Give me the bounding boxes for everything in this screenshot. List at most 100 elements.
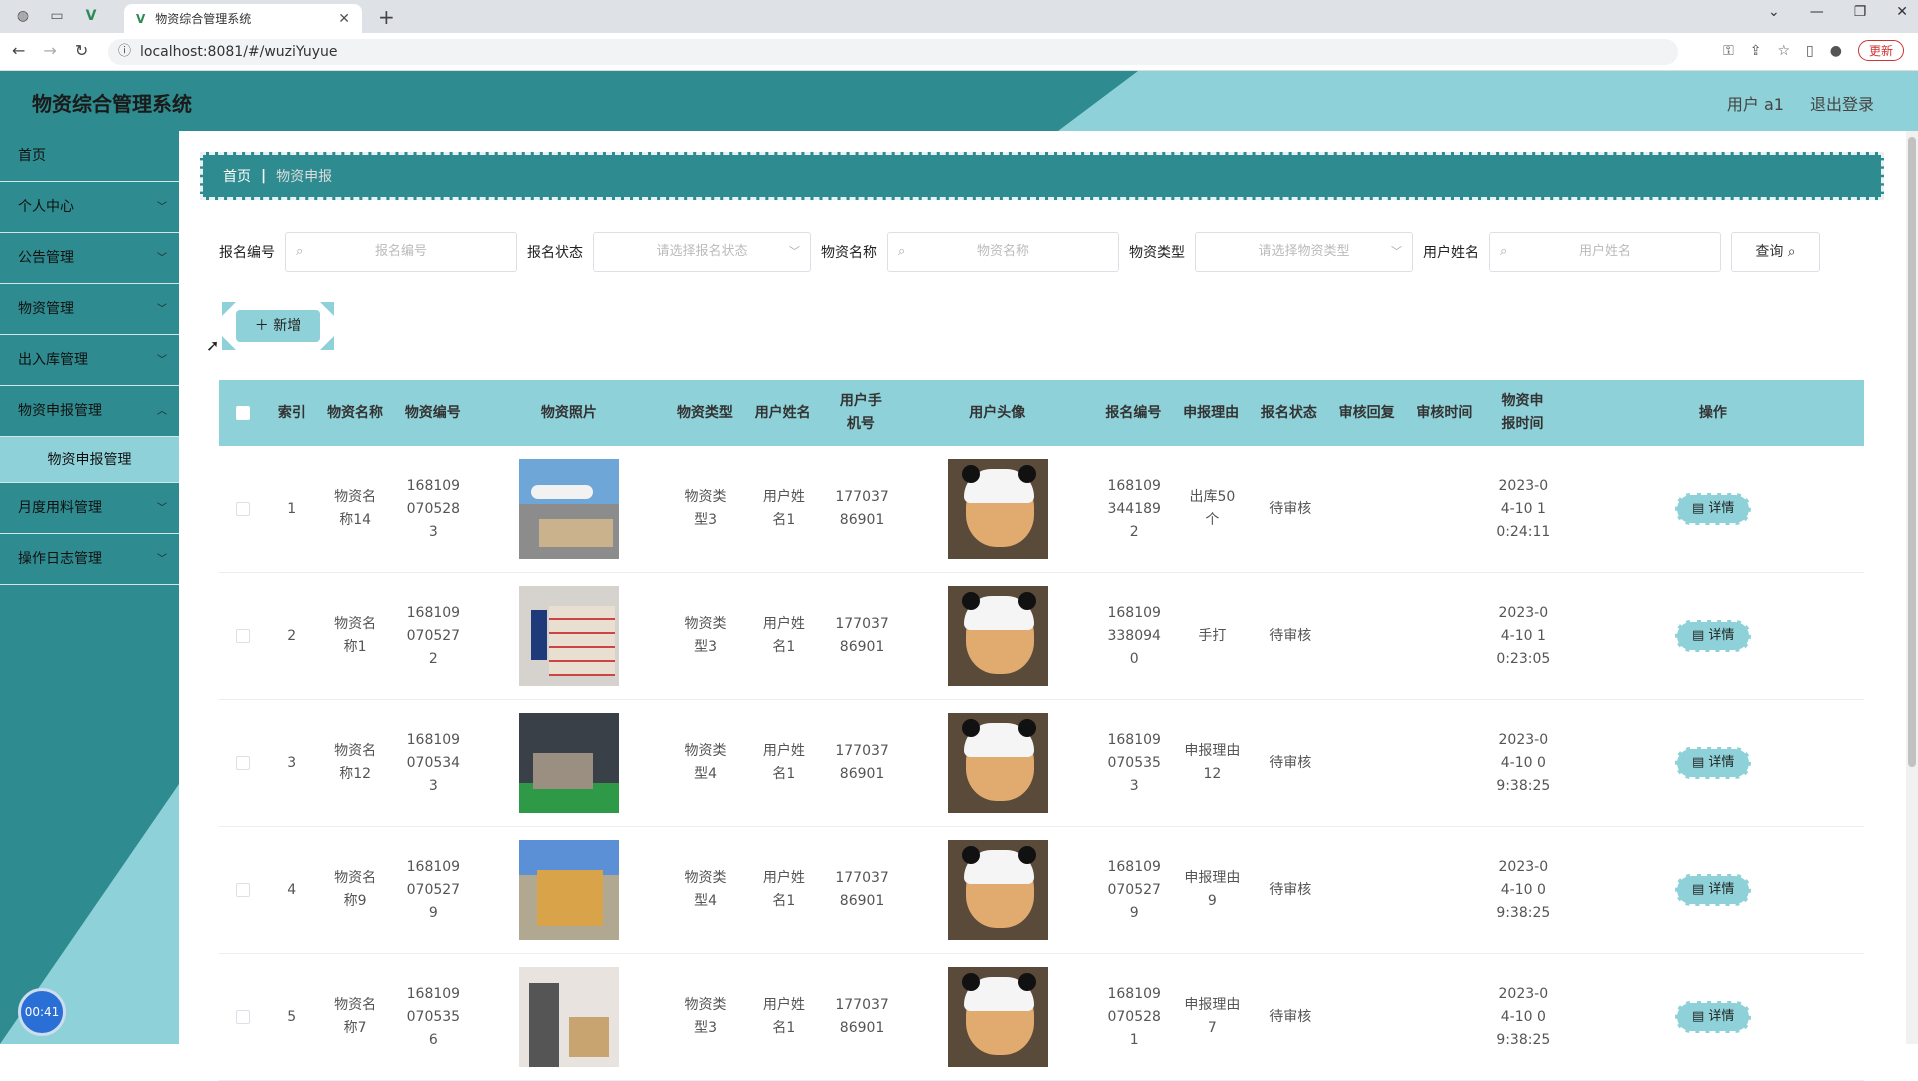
header-user-phone: 用户手机号 [839,393,882,432]
checkbox-box [236,1010,251,1024]
goods-photo-image[interactable] [519,967,620,1067]
cell-apply-no: 1681093441892 [1107,477,1161,540]
document-icon: ▤ [1691,755,1705,770]
new-tab-button[interactable]: + [378,5,395,29]
cell-goods-type: 物资类型3 [684,616,727,655]
sidepanel-icon[interactable]: ▯ [1806,43,1814,59]
profile-icon[interactable]: ● [1830,43,1842,59]
row-checkbox[interactable] [219,1010,267,1024]
sidebar-item-personal[interactable]: 个人中心 ﹀ [0,182,179,233]
cell-status: 待审核 [1269,500,1312,517]
sidebar-item-label: 首页 [18,148,46,164]
user-avatar-image[interactable] [948,967,1049,1067]
cell-reason: 申报理由7 [1184,997,1241,1036]
cell-apply-no: 1681090705281 [1107,985,1161,1048]
add-button[interactable]: ＋ 新增 [222,302,334,350]
photo-detail [1018,592,1037,610]
reload-icon[interactable]: ↻ [75,41,88,60]
goods-name-input[interactable]: ⌕ 物资名称 [887,232,1119,272]
placeholder: 用户姓名 [1578,244,1631,259]
star-icon[interactable]: ☆ [1777,43,1790,59]
chevron-down-icon[interactable]: ⌄ [1768,4,1780,20]
update-button[interactable]: 更新 [1857,40,1904,61]
cell-status: 待审核 [1269,1008,1312,1025]
document-icon: ▤ [1691,628,1705,643]
detail-button[interactable]: ▤ 详情 [1675,620,1752,652]
key-icon[interactable]: ⚿ [1723,43,1734,59]
sidebar-item-declare[interactable]: 物资申报管理 ︿ [0,386,179,437]
url-field[interactable]: ⓘ localhost:8081/#/wuziYuyue [108,39,1678,65]
query-button[interactable]: 查询 ⌕ [1731,232,1820,272]
cell-index: 5 [287,1008,297,1025]
mouse-cursor-icon: ➚ [206,336,220,355]
detail-button[interactable]: ▤ 详情 [1675,1001,1752,1033]
scrollbar-thumb[interactable] [1908,137,1916,767]
row-checkbox[interactable] [219,629,267,643]
goods-photo-image[interactable] [519,840,620,940]
cell-user-avatar [901,840,1095,940]
share-icon[interactable]: ⇪ [1750,43,1762,59]
header-status: 报名状态 [1260,404,1317,421]
detail-button[interactable]: ▤ 详情 [1675,493,1752,525]
restore-icon[interactable]: ❐ [1854,4,1867,20]
cell-goods-photo [472,713,666,813]
row-checkbox[interactable] [219,883,267,897]
info-icon[interactable]: ⓘ [118,39,131,65]
sidebar-item-log[interactable]: 操作日志管理 ﹀ [0,534,179,585]
back-icon[interactable]: ← [12,41,25,60]
close-window-icon[interactable]: ✕ [1896,4,1908,20]
cell-goods-photo [472,459,666,559]
detail-button[interactable]: ▤ 详情 [1675,747,1752,779]
declare-table: 索引 物资名称 物资编号 物资照片 物资类型 用户姓名 用户手机号 用户头像 报… [219,380,1864,1081]
document-icon: ▤ [1691,1009,1705,1024]
select-all-checkbox[interactable] [219,406,268,420]
corner-decoration [222,302,236,316]
user-avatar-image[interactable] [948,586,1049,686]
detail-label: 详情 [1708,1009,1735,1024]
cell-user-phone: 17703786901 [835,489,889,528]
detail-label: 详情 [1708,882,1735,897]
photo-detail [533,753,594,789]
cell-user-avatar [901,459,1095,559]
cell-status: 待审核 [1269,627,1312,644]
globe-icon[interactable]: ◍ [14,7,32,25]
sidebar-item-monthly[interactable]: 月度用料管理 ﹀ [0,483,179,534]
logout-button[interactable]: 退出登录 [1810,91,1874,115]
goods-photo-image[interactable] [519,586,620,686]
sidebar-item-home[interactable]: 首页 [0,131,179,182]
user-label: 用户 a1 [1726,95,1784,114]
sidebar-item-label: 公告管理 [18,250,74,266]
forward-icon[interactable]: → [43,41,56,60]
sidebar-item-goods[interactable]: 物资管理 ﹀ [0,284,179,335]
app-header: 物资综合管理系统 用户 a1 退出登录 [0,71,1918,131]
page-scrollbar[interactable] [1906,131,1918,1044]
active-tab[interactable]: V 物资综合管理系统 ✕ [124,4,362,33]
breadcrumb-home[interactable]: 首页 [223,166,251,186]
detail-button[interactable]: ▤ 详情 [1675,874,1752,906]
minimize-icon[interactable]: — [1810,4,1824,20]
user-avatar-image[interactable] [948,713,1049,813]
user-avatar-image[interactable] [948,840,1049,940]
apply-no-input[interactable]: ⌕ 报名编号 [285,232,517,272]
sidebar-item-notice[interactable]: 公告管理 ﹀ [0,233,179,284]
vue-icon[interactable]: V [82,7,100,25]
apply-status-select[interactable]: 请选择报名状态 ﹀ [593,232,811,272]
timer-badge[interactable]: 00:41 [18,988,66,1036]
close-tab-icon[interactable]: ✕ [338,11,350,27]
plus-icon: ＋ [254,318,269,334]
row-checkbox[interactable] [219,756,267,770]
document-icon: ▤ [1691,501,1705,516]
document-icon: ▤ [1691,882,1705,897]
goods-type-select[interactable]: 请选择物资类型 ﹀ [1195,232,1413,272]
sidebar-item-stock[interactable]: 出入库管理 ﹀ [0,335,179,386]
row-checkbox[interactable] [219,502,267,516]
user-avatar-image[interactable] [948,459,1049,559]
goods-photo-image[interactable] [519,713,620,813]
chevron-down-icon: ﹀ [157,304,167,315]
add-button-body: ＋ 新增 [236,310,320,342]
user-name-input[interactable]: ⌕ 用户姓名 [1489,232,1721,272]
goods-photo-image[interactable] [519,459,620,559]
table-row: 3 物资名称12 1681090705343 物资类型4 用户姓名1 17703… [219,700,1864,827]
sidebar-subitem-declare-manage[interactable]: 物资申报管理 [0,437,179,483]
blank-tab-icon[interactable]: ▭ [48,7,66,25]
